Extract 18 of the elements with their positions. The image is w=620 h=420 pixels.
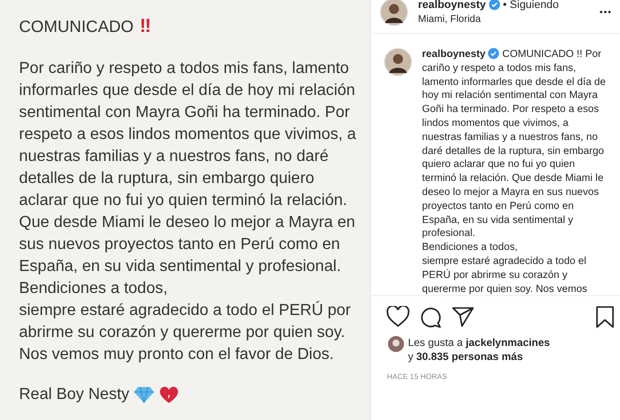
likes-text[interactable]: Les gusta a jackelynmacines y 30.835 personas más <box>408 336 558 364</box>
exclamation-mark: ‼ <box>140 16 148 38</box>
post-caption: realboynesty COMUNICADO !! Por cariño y respeto a todos mis fans, lamento informarles que desde el día de hoy mi relación sentimental con Mayra Goñi ha terminado. Por respeto a esos lindos momentos que vivimos, a nuestras familias y a nuestros fans, no daré detalles de la ruptura, sin embargo quiero aclarar que no fui yo quien terminó la relación. Que desde Miami le deseo lo mejor a Mayra en sus nuevos proyectos tanto en Perú como en España, en su vida sentimental y profesional. Bendiciones a todos, siempre estaré agradecido a todo el PERÚ por abrirme su corazón y quererme por quien soy. Nos vemos <box>422 48 607 295</box>
note-title: COMUNICADO <box>19 18 134 36</box>
heart-icon[interactable] <box>386 306 410 328</box>
gem-icon <box>133 386 156 404</box>
note-text: Por cariño y respeto a todos mis fans, lamento informarles que desde el día de hoy mi relación sentimental con Mayra Goñi ha terminado. Por respeto a esos lindos momentos que vivimos, a nuestras familias y a nuestros fans, no daré detalles de la ruptura, sin embargo quiero aclarar que no fui yo quien terminó la relación. Que desde Miami le deseo lo mejor a Mayra en sus nuevos proyectos tanto en Perú como en España, en su vida sentimental y profesional. Bendiciones a todos, siempre estaré agradecido a todo el PERÚ por abrirme su corazón y quererme por quien soy. Nos vemos muy pronto con el favor de Dios. <box>19 59 358 365</box>
location-link[interactable]: Miami, Florida <box>418 14 590 24</box>
signature: Real Boy Nesty <box>19 386 130 404</box>
comment-icon[interactable] <box>420 306 442 328</box>
profile-avatar[interactable] <box>380 0 408 26</box>
broken-heart-icon <box>159 386 180 404</box>
profile-avatar[interactable] <box>384 48 412 76</box>
username-link[interactable]: realboynesty <box>422 49 486 60</box>
more-options-button[interactable]: ••• <box>600 6 612 16</box>
liker-avatar[interactable] <box>388 336 404 352</box>
bookmark-icon[interactable] <box>596 306 614 328</box>
send-icon[interactable] <box>452 307 474 327</box>
